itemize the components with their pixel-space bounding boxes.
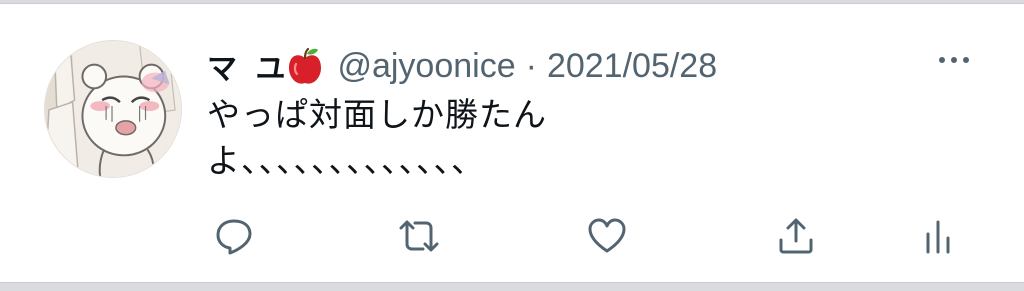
avatar[interactable] <box>44 40 182 178</box>
red-apple-icon <box>287 46 323 86</box>
share-upload-icon <box>779 218 813 254</box>
tweet-card[interactable]: マ ユ @ajyoonice · 2021/05/28 やっぱ対面しか勝たん よ… <box>0 3 1024 283</box>
analytics-bars-icon <box>926 220 950 254</box>
avatar-image <box>45 41 181 177</box>
like-button[interactable] <box>584 213 630 259</box>
separator-dot: · <box>525 46 537 85</box>
more-horizontal-icon[interactable] <box>934 50 974 70</box>
analytics-button[interactable] <box>915 213 961 259</box>
reply-button[interactable] <box>211 213 257 259</box>
display-name[interactable]: マ ユ <box>207 44 289 88</box>
tweet-header: マ ユ @ajyoonice · 2021/05/28 <box>207 38 717 94</box>
reply-bubble-icon <box>216 219 252 255</box>
tweet-text-line: よ、、、、、、、、、、、、、 <box>207 141 485 180</box>
retweet-icon <box>399 220 439 252</box>
share-button[interactable] <box>773 213 819 259</box>
retweet-button[interactable] <box>396 213 442 259</box>
tweet-text: やっぱ対面しか勝たん よ、、、、、、、、、、、、、 <box>207 92 767 184</box>
tweet-text-line: やっぱ対面しか勝たん <box>207 95 547 134</box>
user-handle[interactable]: @ajyoonice <box>337 47 515 86</box>
tweet-date[interactable]: 2021/05/28 <box>547 47 717 86</box>
heart-icon <box>588 218 626 253</box>
